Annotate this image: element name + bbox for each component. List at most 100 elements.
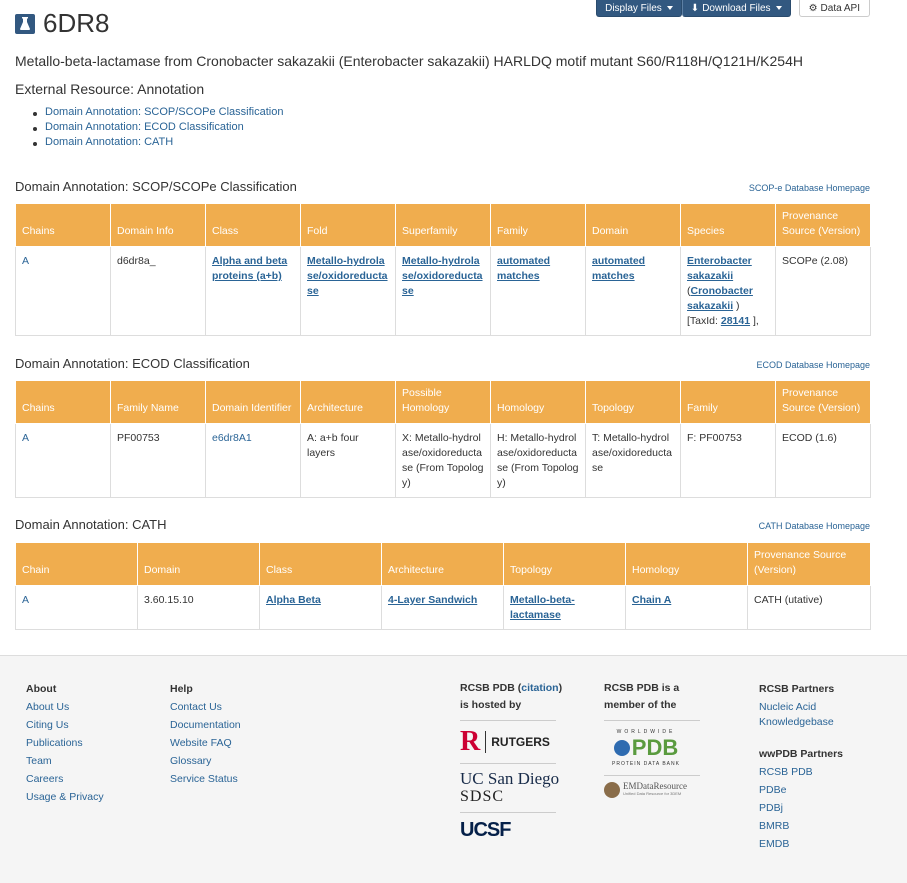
- ucsd-logo[interactable]: UC San Diego SDSC: [460, 770, 562, 806]
- table-row: A 3.60.15.10 Alpha Beta 4-Layer Sandwich…: [15, 585, 871, 630]
- domain-identifier-cell: e6dr8A1: [205, 423, 301, 498]
- domain-link[interactable]: automated matches: [592, 255, 645, 282]
- col-header: Architecture: [381, 542, 504, 586]
- fold-link[interactable]: Metallo-hydrolase/oxidoreductase: [307, 255, 388, 297]
- provenance-cell: CATH (utative): [747, 585, 871, 630]
- domain-cell: automated matches: [585, 246, 681, 336]
- footer-link-documentation[interactable]: Documentation: [170, 719, 241, 731]
- footer-link-glossary[interactable]: Glossary: [170, 755, 211, 767]
- chain-link[interactable]: A: [22, 594, 29, 606]
- footer-link-usage-privacy[interactable]: Usage & Privacy: [26, 791, 104, 803]
- ecod-table: Chains Family Name Domain Identifier Arc…: [15, 380, 871, 498]
- col-header: Superfamily: [395, 203, 491, 247]
- footer-link-contact-us[interactable]: Contact Us: [170, 701, 222, 713]
- family-cell: automated matches: [490, 246, 586, 336]
- ecod-section-header: Domain Annotation: ECOD Classification E…: [15, 356, 870, 371]
- possible-homology-cell: X: Metallo-hydrolase/oxidoreductase (Fro…: [395, 423, 491, 498]
- footer-link-about-us[interactable]: About Us: [26, 701, 69, 713]
- download-files-button[interactable]: ⬇ Download Files: [681, 0, 791, 17]
- taxid-label: [TaxId:: [687, 315, 718, 327]
- footer-help: Help Contact Us Documentation Website FA…: [170, 683, 241, 790]
- hosted-line-2: is hosted by: [460, 699, 522, 711]
- ucsf-logo[interactable]: UCSF: [460, 819, 562, 842]
- ecod-heading: Domain Annotation: ECOD Classification: [15, 356, 250, 371]
- species-link[interactable]: Enterobacter sakazakii: [687, 255, 752, 282]
- emdr-icon: [604, 782, 620, 798]
- provenance-cell: SCOPe (2.08): [775, 246, 871, 336]
- chain-link[interactable]: A: [22, 432, 29, 444]
- divider: [604, 775, 700, 776]
- toc-item-cath[interactable]: Domain Annotation: CATH: [32, 136, 283, 151]
- class-link[interactable]: Alpha and beta proteins (a+b): [212, 255, 287, 282]
- divider: [604, 720, 700, 721]
- chain-link[interactable]: A: [22, 255, 29, 267]
- emdr-label: EMDataResource: [623, 781, 687, 791]
- display-files-button[interactable]: Display Files: [596, 0, 682, 17]
- toc-link-scop[interactable]: Domain Annotation: SCOP/SCOPe Classifica…: [45, 106, 283, 118]
- taxid-link[interactable]: 28141: [721, 315, 750, 327]
- topology-cell: Metallo-beta-lactamase: [503, 585, 626, 630]
- rutgers-divider: [485, 731, 487, 753]
- cath-section-header: Domain Annotation: CATH CATH Database Ho…: [15, 517, 870, 532]
- col-header: Homology: [490, 380, 586, 424]
- col-header: Chain: [15, 542, 138, 586]
- hosted-suffix: ): [558, 682, 563, 694]
- scop-heading: Domain Annotation: SCOP/SCOPe Classifica…: [15, 179, 297, 194]
- divider: [460, 720, 556, 721]
- download-files-label: Download Files: [702, 2, 771, 14]
- wwpdb-logo[interactable]: WORLDWIDE PDB PROTEIN DATA BANK: [604, 727, 688, 769]
- ecod-homepage-link[interactable]: ECOD Database Homepage: [756, 360, 870, 370]
- homology-link[interactable]: Chain A: [632, 594, 671, 606]
- taxid-suffix: ],: [752, 315, 759, 327]
- topology-link[interactable]: Metallo-beta-lactamase: [510, 594, 575, 621]
- toc-link-cath[interactable]: Domain Annotation: CATH: [45, 136, 173, 148]
- domain-identifier-link[interactable]: e6dr8A1: [212, 432, 252, 444]
- family-link[interactable]: automated matches: [497, 255, 550, 282]
- citation-link[interactable]: citation: [521, 682, 558, 694]
- footer: About About Us Citing Us Publications Te…: [0, 655, 907, 883]
- architecture-cell: A: a+b four layers: [300, 423, 396, 498]
- class-link[interactable]: Alpha Beta: [266, 594, 321, 606]
- class-cell: Alpha and beta proteins (a+b): [205, 246, 301, 336]
- col-header: Domain Info: [110, 203, 206, 247]
- species-paren: ): [736, 300, 740, 312]
- emdr-logo[interactable]: EMDataResource Unified Data Resource for…: [604, 782, 700, 798]
- footer-link-rcsb-pdb[interactable]: RCSB PDB: [759, 766, 813, 778]
- species-alt-link[interactable]: Cronobacter sakazakii: [687, 285, 753, 312]
- col-header: Family: [490, 203, 586, 247]
- footer-link-publications[interactable]: Publications: [26, 737, 83, 749]
- rutgers-logo[interactable]: R RUTGERS: [460, 727, 562, 757]
- hosted-line-1: RCSB PDB (citation): [460, 680, 562, 697]
- footer-link-careers[interactable]: Careers: [26, 773, 63, 785]
- footer-link-citing-us[interactable]: Citing Us: [26, 719, 69, 731]
- footer-link-team[interactable]: Team: [26, 755, 52, 767]
- scop-homepage-link[interactable]: SCOP-e Database Homepage: [749, 183, 870, 193]
- footer-link-service-status[interactable]: Service Status: [170, 773, 238, 785]
- footer-link-pdbe[interactable]: PDBe: [759, 784, 786, 796]
- footer-link-website-faq[interactable]: Website FAQ: [170, 737, 232, 749]
- hosted-prefix: RCSB PDB (: [460, 682, 522, 694]
- footer-link-nakb[interactable]: Nucleic Acid Knowledgebase: [759, 701, 834, 728]
- footer-link-emdb[interactable]: EMDB: [759, 838, 789, 850]
- toc-item-ecod[interactable]: Domain Annotation: ECOD Classification: [32, 121, 283, 136]
- table-row: A d6dr8a_ Alpha and beta proteins (a+b) …: [15, 246, 871, 336]
- toc-link-ecod[interactable]: Domain Annotation: ECOD Classification: [45, 121, 244, 133]
- architecture-link[interactable]: 4-Layer Sandwich: [388, 594, 477, 606]
- toc-item-scop[interactable]: Domain Annotation: SCOP/SCOPe Classifica…: [32, 106, 283, 121]
- emdr-text: EMDataResource Unified Data Resource for…: [623, 782, 687, 798]
- cath-homepage-link[interactable]: CATH Database Homepage: [759, 521, 870, 531]
- page-title: 6DR8: [43, 8, 110, 38]
- provenance-cell: ECOD (1.6): [775, 423, 871, 498]
- scop-section-header: Domain Annotation: SCOP/SCOPe Classifica…: [15, 179, 870, 194]
- footer-link-pdbj[interactable]: PDBj: [759, 802, 783, 814]
- chain-cell: A: [15, 585, 138, 630]
- data-api-button[interactable]: ⚙ Data API: [798, 0, 870, 17]
- col-header: Provenance Source (Version): [775, 380, 871, 424]
- divider: [460, 763, 556, 764]
- superfamily-link[interactable]: Metallo-hydrolase/oxidoreductase: [402, 255, 483, 297]
- col-header: Family Name: [110, 380, 206, 424]
- col-header: Class: [259, 542, 382, 586]
- footer-link-bmrb[interactable]: BMRB: [759, 820, 789, 832]
- footer-partners: RCSB Partners Nucleic Acid Knowledgebase…: [759, 683, 859, 855]
- toc-list: Domain Annotation: SCOP/SCOPe Classifica…: [32, 106, 283, 151]
